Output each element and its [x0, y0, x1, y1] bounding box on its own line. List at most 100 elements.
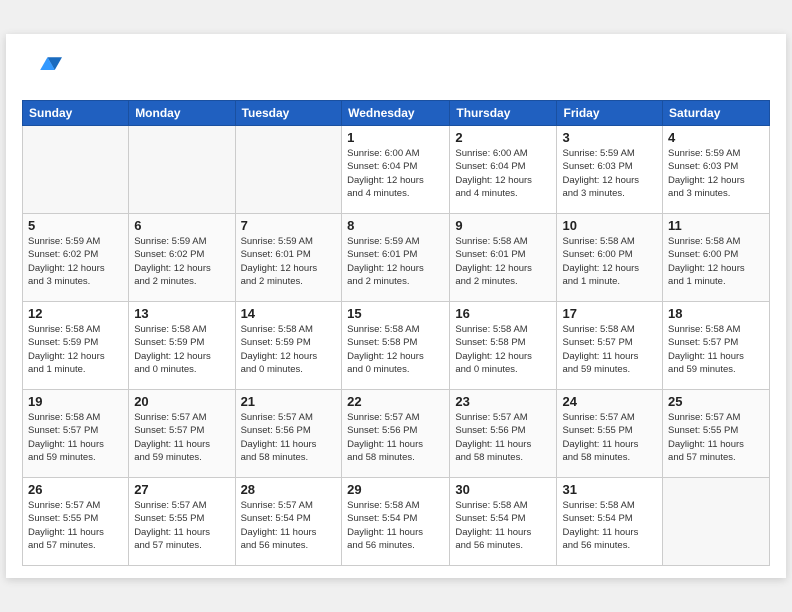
day-info: Sunrise: 5:58 AM Sunset: 6:00 PM Dayligh…: [668, 235, 764, 288]
day-cell: 18 Sunrise: 5:58 AM Sunset: 5:57 PM Dayli…: [663, 302, 770, 390]
day-cell: 28 Sunrise: 5:57 AM Sunset: 5:54 PM Dayli…: [235, 478, 342, 566]
day-number: 24: [562, 394, 657, 409]
day-number: 16: [455, 306, 551, 321]
logo-icon: [22, 50, 62, 90]
day-info: Sunrise: 5:58 AM Sunset: 5:59 PM Dayligh…: [28, 323, 123, 376]
day-cell: 21 Sunrise: 5:57 AM Sunset: 5:56 PM Dayli…: [235, 390, 342, 478]
week-row-2: 5 Sunrise: 5:59 AM Sunset: 6:02 PM Daylig…: [23, 214, 770, 302]
day-info: Sunrise: 5:57 AM Sunset: 5:55 PM Dayligh…: [28, 499, 123, 552]
day-info: Sunrise: 5:58 AM Sunset: 6:01 PM Dayligh…: [455, 235, 551, 288]
day-number: 28: [241, 482, 337, 497]
weekday-header-thursday: Thursday: [450, 101, 557, 126]
day-number: 21: [241, 394, 337, 409]
day-info: Sunrise: 5:58 AM Sunset: 5:58 PM Dayligh…: [455, 323, 551, 376]
day-info: Sunrise: 5:57 AM Sunset: 5:55 PM Dayligh…: [668, 411, 764, 464]
day-number: 14: [241, 306, 337, 321]
day-info: Sunrise: 5:59 AM Sunset: 6:02 PM Dayligh…: [134, 235, 229, 288]
day-cell: 5 Sunrise: 5:59 AM Sunset: 6:02 PM Daylig…: [23, 214, 129, 302]
day-cell: 15 Sunrise: 5:58 AM Sunset: 5:58 PM Dayli…: [342, 302, 450, 390]
day-cell: 19Sunrise: 5:58 AM Sunset: 5:57 PM Dayli…: [23, 390, 129, 478]
day-cell: 26 Sunrise: 5:57 AM Sunset: 5:55 PM Dayli…: [23, 478, 129, 566]
day-info: Sunrise: 5:57 AM Sunset: 5:57 PM Dayligh…: [134, 411, 229, 464]
day-number: 3: [562, 130, 657, 145]
day-number: 18: [668, 306, 764, 321]
day-cell: 29Sunrise: 5:58 AM Sunset: 5:54 PM Dayli…: [342, 478, 450, 566]
day-number: 9: [455, 218, 551, 233]
day-info: Sunrise: 5:59 AM Sunset: 6:01 PM Dayligh…: [347, 235, 444, 288]
day-number: 23: [455, 394, 551, 409]
day-cell: 23Sunrise: 5:57 AM Sunset: 5:56 PM Dayli…: [450, 390, 557, 478]
day-number: 13: [134, 306, 229, 321]
day-info: Sunrise: 5:59 AM Sunset: 6:01 PM Dayligh…: [241, 235, 337, 288]
day-number: 6: [134, 218, 229, 233]
day-number: 27: [134, 482, 229, 497]
day-info: Sunrise: 6:00 AM Sunset: 6:04 PM Dayligh…: [455, 147, 551, 200]
week-row-5: 26 Sunrise: 5:57 AM Sunset: 5:55 PM Dayli…: [23, 478, 770, 566]
weekday-header-sunday: Sunday: [23, 101, 129, 126]
day-cell: 16 Sunrise: 5:58 AM Sunset: 5:58 PM Dayli…: [450, 302, 557, 390]
day-info: Sunrise: 5:57 AM Sunset: 5:56 PM Dayligh…: [241, 411, 337, 464]
day-info: Sunrise: 5:58 AM Sunset: 5:57 PM Dayligh…: [28, 411, 123, 464]
day-number: 30: [455, 482, 551, 497]
day-cell: 30 Sunrise: 5:58 AM Sunset: 5:54 PM Dayli…: [450, 478, 557, 566]
day-cell: [663, 478, 770, 566]
day-number: 22: [347, 394, 444, 409]
day-cell: 27 Sunrise: 5:57 AM Sunset: 5:55 PM Dayli…: [129, 478, 235, 566]
day-number: 10: [562, 218, 657, 233]
day-cell: 2Sunrise: 6:00 AM Sunset: 6:04 PM Daylig…: [450, 126, 557, 214]
weekday-header-saturday: Saturday: [663, 101, 770, 126]
calendar-grid: SundayMondayTuesdayWednesdayThursdayFrid…: [22, 100, 770, 566]
day-info: Sunrise: 5:58 AM Sunset: 5:59 PM Dayligh…: [241, 323, 337, 376]
day-cell: 4 Sunrise: 5:59 AM Sunset: 6:03 PM Daylig…: [663, 126, 770, 214]
day-info: Sunrise: 5:58 AM Sunset: 5:59 PM Dayligh…: [134, 323, 229, 376]
day-cell: 7 Sunrise: 5:59 AM Sunset: 6:01 PM Daylig…: [235, 214, 342, 302]
day-info: Sunrise: 5:58 AM Sunset: 5:58 PM Dayligh…: [347, 323, 444, 376]
day-cell: 22 Sunrise: 5:57 AM Sunset: 5:56 PM Dayli…: [342, 390, 450, 478]
day-cell: 9 Sunrise: 5:58 AM Sunset: 6:01 PM Daylig…: [450, 214, 557, 302]
day-number: 1: [347, 130, 444, 145]
day-cell: 6 Sunrise: 5:59 AM Sunset: 6:02 PM Daylig…: [129, 214, 235, 302]
weekday-header-wednesday: Wednesday: [342, 101, 450, 126]
header: [22, 50, 770, 90]
day-number: 17: [562, 306, 657, 321]
day-cell: 14 Sunrise: 5:58 AM Sunset: 5:59 PM Dayli…: [235, 302, 342, 390]
day-info: Sunrise: 5:57 AM Sunset: 5:55 PM Dayligh…: [134, 499, 229, 552]
logo: [22, 50, 66, 90]
day-info: Sunrise: 5:57 AM Sunset: 5:55 PM Dayligh…: [562, 411, 657, 464]
day-cell: [129, 126, 235, 214]
weekday-header-row: SundayMondayTuesdayWednesdayThursdayFrid…: [23, 101, 770, 126]
week-row-4: 19Sunrise: 5:58 AM Sunset: 5:57 PM Dayli…: [23, 390, 770, 478]
day-info: Sunrise: 5:59 AM Sunset: 6:02 PM Dayligh…: [28, 235, 123, 288]
weekday-header-friday: Friday: [557, 101, 663, 126]
day-number: 8: [347, 218, 444, 233]
day-cell: 3 Sunrise: 5:59 AM Sunset: 6:03 PM Daylig…: [557, 126, 663, 214]
day-info: Sunrise: 5:58 AM Sunset: 5:57 PM Dayligh…: [562, 323, 657, 376]
day-info: Sunrise: 5:58 AM Sunset: 5:54 PM Dayligh…: [562, 499, 657, 552]
day-info: Sunrise: 5:57 AM Sunset: 5:56 PM Dayligh…: [347, 411, 444, 464]
day-cell: 12 Sunrise: 5:58 AM Sunset: 5:59 PM Dayli…: [23, 302, 129, 390]
day-cell: 20 Sunrise: 5:57 AM Sunset: 5:57 PM Dayli…: [129, 390, 235, 478]
day-number: 26: [28, 482, 123, 497]
day-info: Sunrise: 5:58 AM Sunset: 5:57 PM Dayligh…: [668, 323, 764, 376]
day-number: 31: [562, 482, 657, 497]
day-cell: 25 Sunrise: 5:57 AM Sunset: 5:55 PM Dayli…: [663, 390, 770, 478]
day-info: Sunrise: 5:57 AM Sunset: 5:54 PM Dayligh…: [241, 499, 337, 552]
weekday-header-tuesday: Tuesday: [235, 101, 342, 126]
day-number: 15: [347, 306, 444, 321]
day-info: Sunrise: 5:59 AM Sunset: 6:03 PM Dayligh…: [668, 147, 764, 200]
day-number: 25: [668, 394, 764, 409]
day-cell: 1Sunrise: 6:00 AM Sunset: 6:04 PM Daylig…: [342, 126, 450, 214]
day-number: 20: [134, 394, 229, 409]
day-cell: 8 Sunrise: 5:59 AM Sunset: 6:01 PM Daylig…: [342, 214, 450, 302]
week-row-3: 12 Sunrise: 5:58 AM Sunset: 5:59 PM Dayli…: [23, 302, 770, 390]
day-cell: 17 Sunrise: 5:58 AM Sunset: 5:57 PM Dayli…: [557, 302, 663, 390]
day-number: 29: [347, 482, 444, 497]
day-number: 5: [28, 218, 123, 233]
day-info: Sunrise: 5:59 AM Sunset: 6:03 PM Dayligh…: [562, 147, 657, 200]
day-number: 7: [241, 218, 337, 233]
day-cell: [23, 126, 129, 214]
day-cell: 24 Sunrise: 5:57 AM Sunset: 5:55 PM Dayli…: [557, 390, 663, 478]
day-number: 4: [668, 130, 764, 145]
day-number: 12: [28, 306, 123, 321]
day-info: Sunrise: 5:58 AM Sunset: 5:54 PM Dayligh…: [455, 499, 551, 552]
